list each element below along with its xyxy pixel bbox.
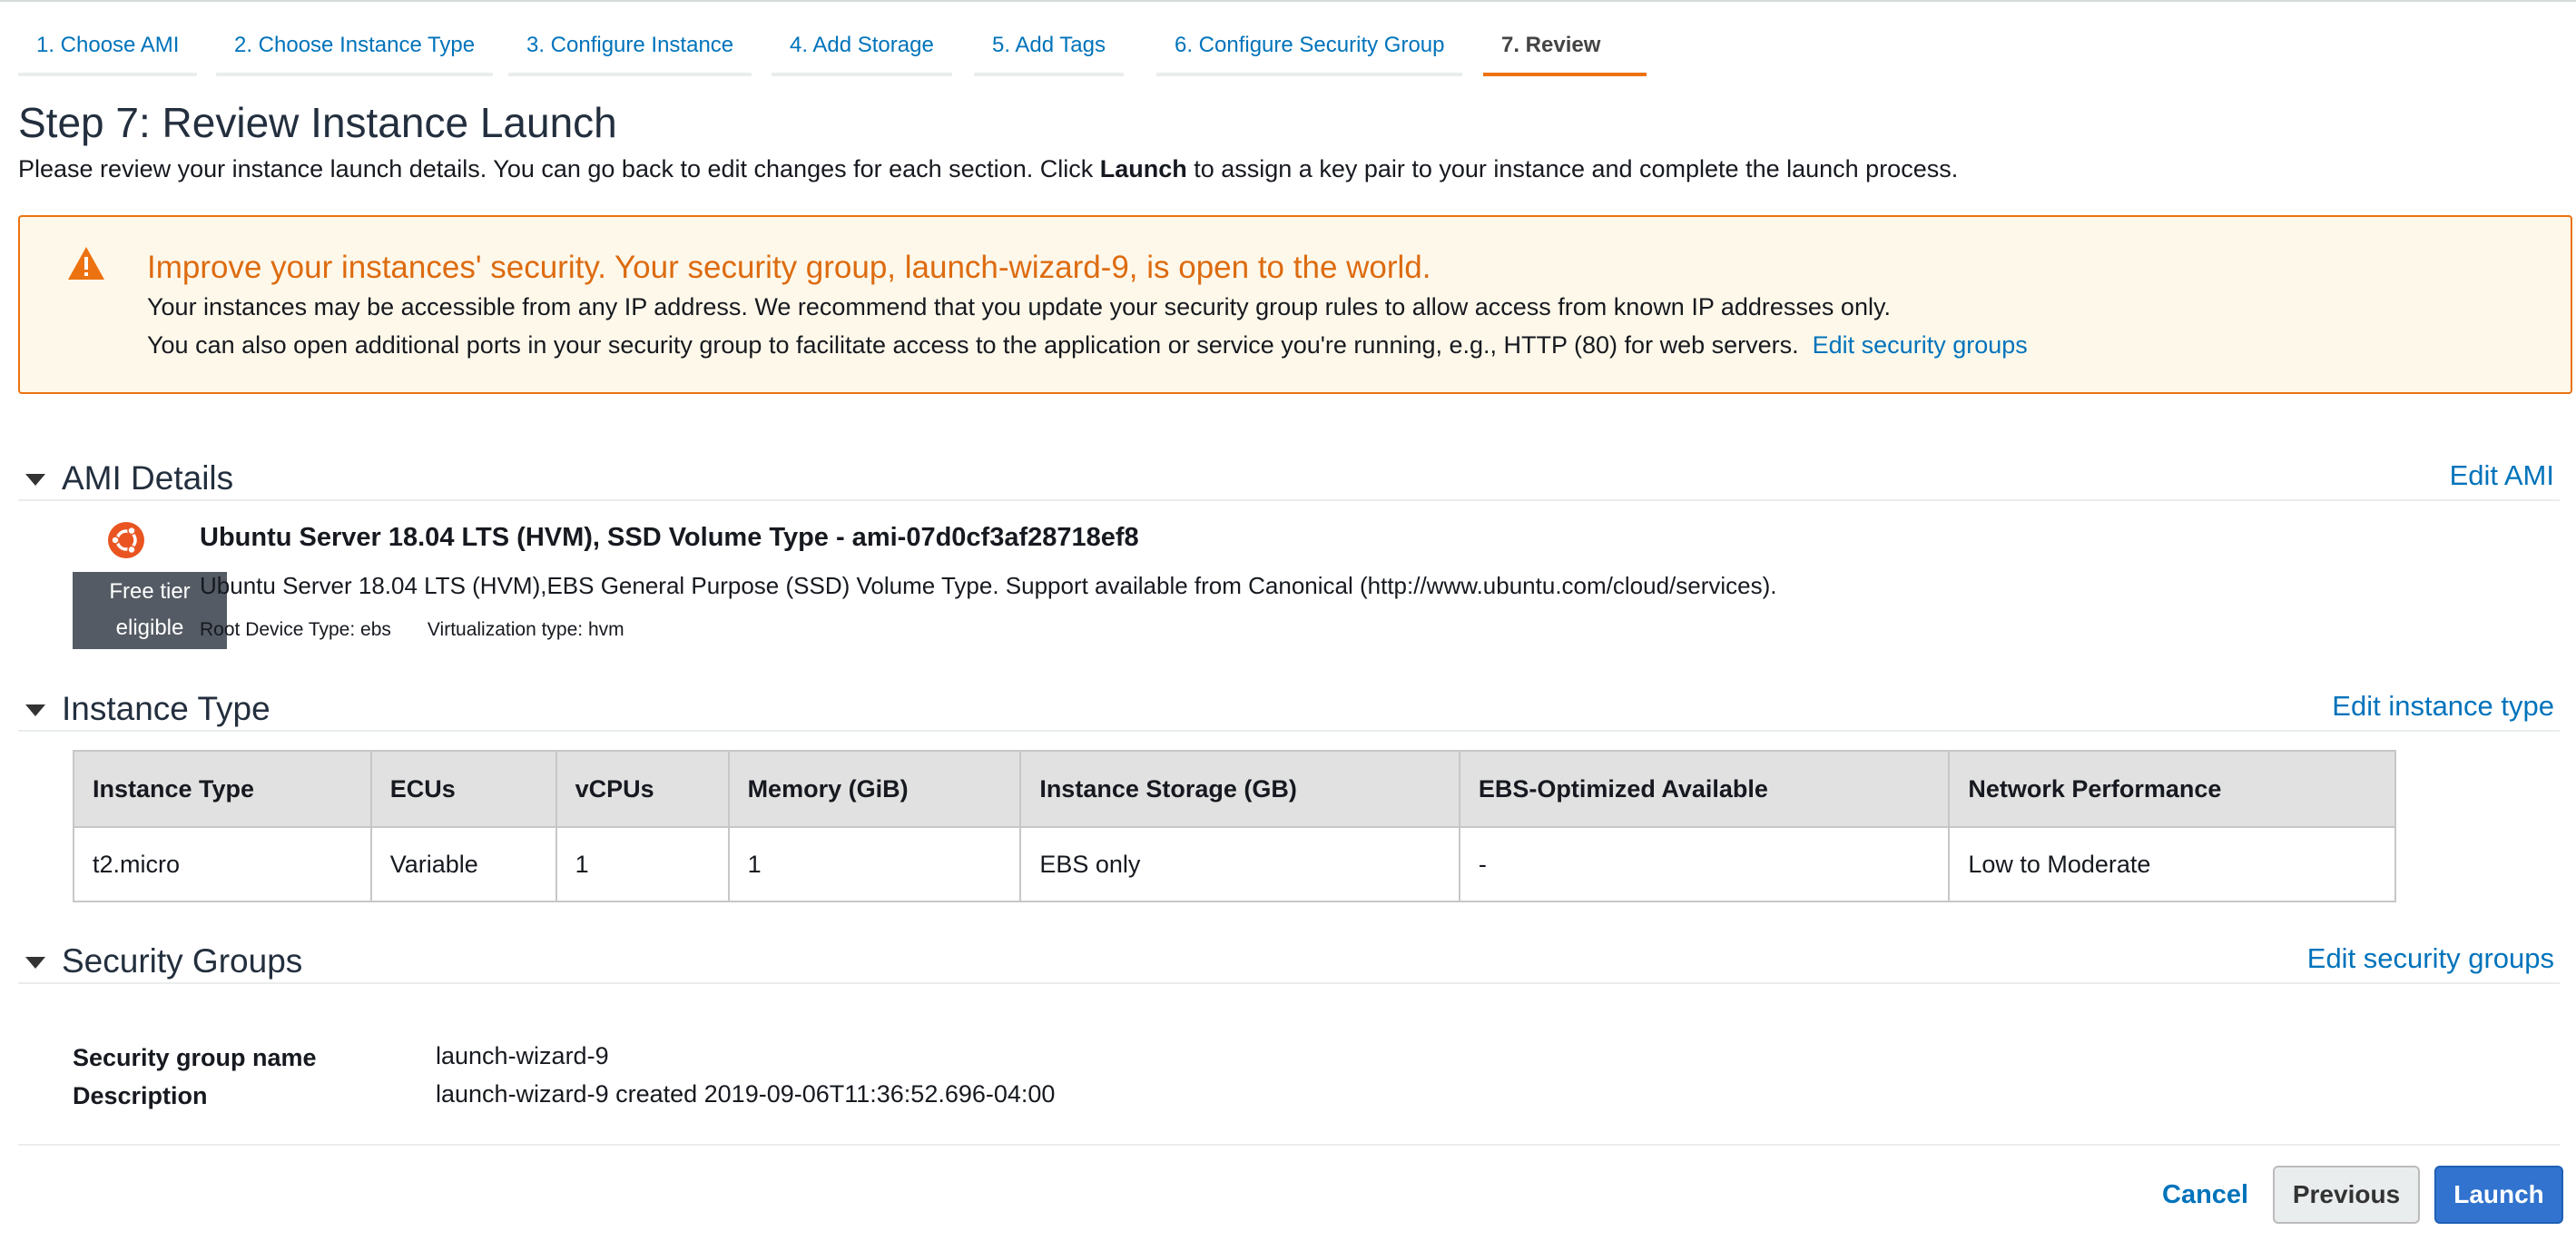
table-cell: 1 [555,826,730,902]
security-group-description-label: Description [73,1082,208,1109]
column-header: Instance Type [73,750,372,828]
wizard-tabs: 1. Choose AMI 2. Choose Instance Type 3.… [18,27,2560,76]
table-cell: EBS only [1019,826,1460,902]
page-title: Step 7: Review Instance Launch [18,99,617,146]
security-group-name-value: launch-wizard-9 [436,1042,609,1069]
warning-line-2-text: You can also open additional ports in yo… [147,331,1799,359]
column-header: Memory (GiB) [727,750,1022,828]
security-group-description-value: launch-wizard-9 created 2019-09-06T11:36… [436,1080,1056,1108]
table-cell: Low to Moderate [1948,826,2396,902]
intro-text-after: to assign a key pair to your instance an… [1186,155,1959,182]
virtualization-type: Virtualization type: hvm [427,619,624,640]
tab-review[interactable]: 7. Review [1483,27,1647,76]
ami-meta: Root Device Type: ebs Virtualization type… [200,619,624,641]
intro-text-before: Please review your instance launch detai… [18,155,1100,182]
edit-security-groups-section-link[interactable]: Edit security groups [2307,942,2554,975]
column-header: ECUs [369,750,557,828]
ami-details-title: AMI Details [62,459,234,497]
security-group-name-label: Security group name [73,1044,317,1071]
edit-ami-link[interactable]: Edit AMI [2450,459,2554,492]
tab-add-tags[interactable]: 5. Add Tags [974,27,1124,76]
security-groups-title: Security Groups [62,942,303,980]
edit-security-groups-link[interactable]: Edit security groups [1813,331,2028,359]
instance-type-header[interactable]: Instance Type Edit instance type [18,686,2560,732]
tab-configure-instance[interactable]: 3. Configure Instance [508,27,752,76]
security-groups-header[interactable]: Security Groups Edit security groups [18,939,2560,984]
root-device-type: Root Device Type: ebs [200,619,391,640]
warning-triangle-icon [68,247,104,280]
table-header-row: Instance Type ECUs vCPUs Memory (GiB) In… [73,750,2396,828]
footer-divider [18,1144,2560,1146]
tab-configure-security-group[interactable]: 6. Configure Security Group [1156,27,1463,76]
instance-type-table: Instance Type ECUs vCPUs Memory (GiB) In… [73,750,2396,902]
table-cell: Variable [369,826,557,902]
instance-type-title: Instance Type [62,690,270,727]
top-border [0,0,2576,2]
column-header: Instance Storage (GB) [1019,750,1460,828]
ami-title: Ubuntu Server 18.04 LTS (HVM), SSD Volum… [200,523,1139,552]
column-header: Network Performance [1948,750,2396,828]
table-cell: t2.micro [73,826,372,902]
tab-choose-ami[interactable]: 1. Choose AMI [18,27,198,76]
table-cell: - [1458,826,1951,902]
security-warning-box: Improve your instances' security. Your s… [18,215,2572,394]
collapse-caret-icon[interactable] [25,957,45,969]
ubuntu-icon [108,522,144,558]
tab-add-storage[interactable]: 4. Add Storage [772,27,952,76]
launch-button[interactable]: Launch [2434,1166,2563,1224]
warning-line-1: Your instances may be accessible from an… [147,293,1891,320]
cancel-button[interactable]: Cancel [2162,1180,2248,1210]
edit-instance-type-link[interactable]: Edit instance type [2332,690,2554,723]
warning-line-2: You can also open additional ports in yo… [147,331,2028,360]
intro-launch-bold: Launch [1099,155,1187,182]
ami-details-header[interactable]: AMI Details Edit AMI [18,456,2560,501]
table-cell: 1 [727,826,1022,902]
previous-button[interactable]: Previous [2273,1166,2420,1224]
column-header: EBS-Optimized Available [1458,750,1951,828]
tab-choose-instance-type[interactable]: 2. Choose Instance Type [216,27,494,76]
warning-title: Improve your instances' security. Your s… [147,250,1431,285]
collapse-caret-icon[interactable] [25,704,45,716]
page-intro: Please review your instance launch detai… [18,155,1958,183]
table-row: t2.micro Variable 1 1 EBS only - Low to … [73,826,2396,902]
ami-description: Ubuntu Server 18.04 LTS (HVM),EBS Genera… [200,572,1777,599]
column-header: vCPUs [555,750,730,828]
collapse-caret-icon[interactable] [25,474,45,486]
